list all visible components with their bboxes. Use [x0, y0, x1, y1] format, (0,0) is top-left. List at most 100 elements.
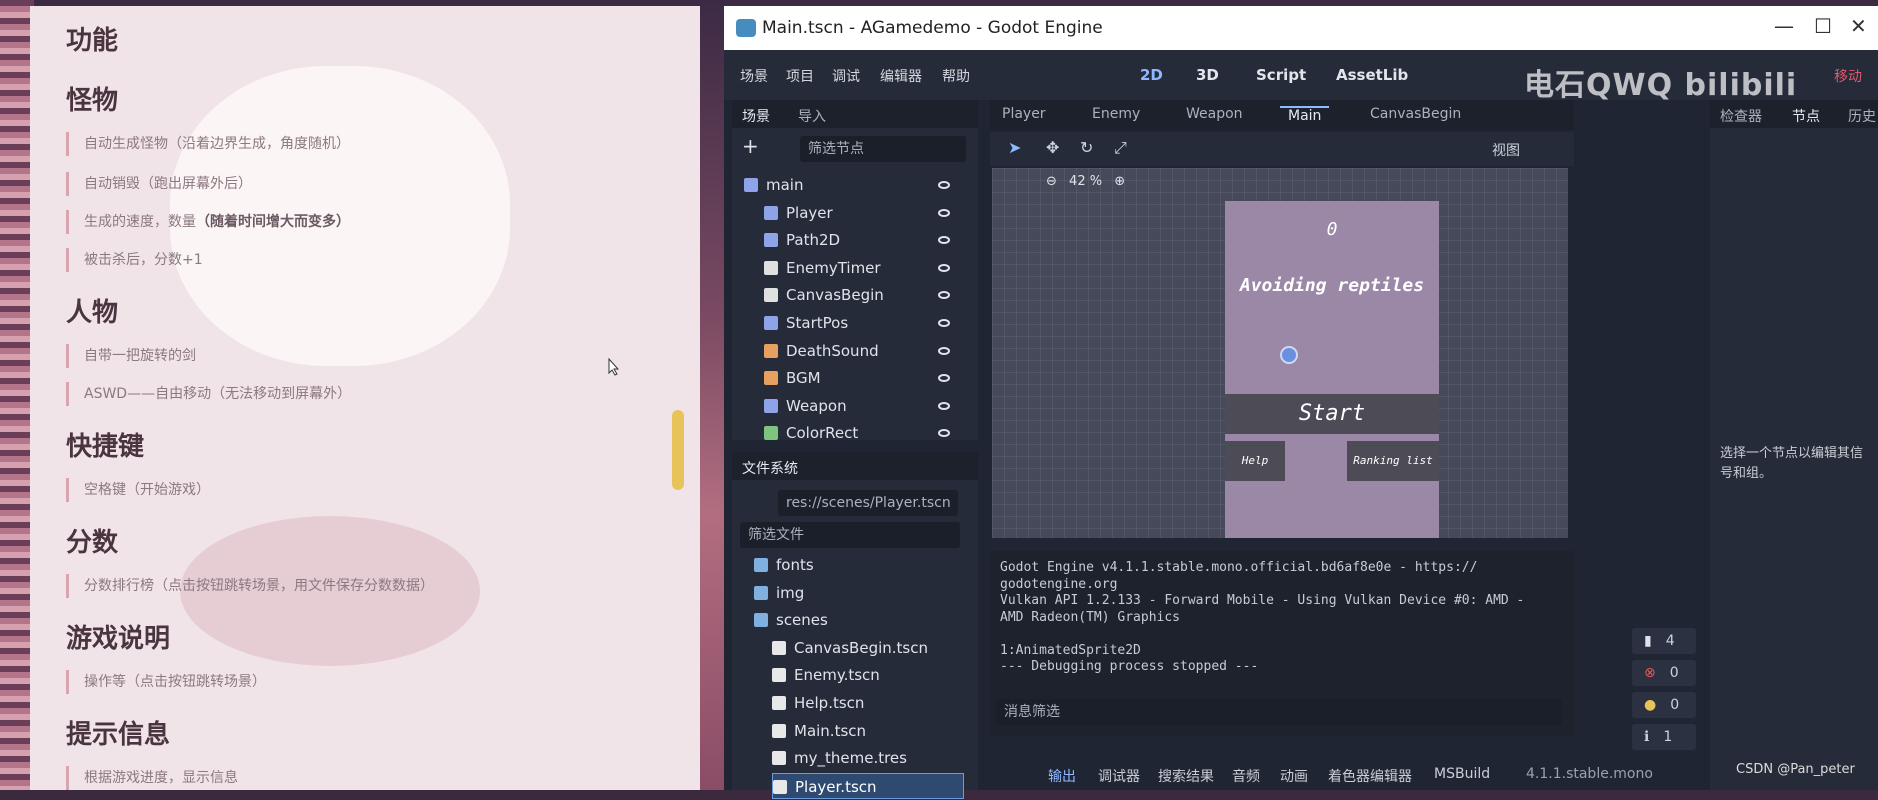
- workspace-script[interactable]: Script: [1256, 66, 1306, 84]
- visibility-eye-icon[interactable]: [938, 374, 950, 383]
- tab-node[interactable]: 节点: [1792, 106, 1820, 126]
- canvas-viewport[interactable]: ⊖ 42 % ⊕ 0 Avoiding reptiles Start Help …: [992, 168, 1568, 538]
- visibility-eye-icon[interactable]: [938, 346, 950, 355]
- player-sprite-icon[interactable]: [1280, 346, 1298, 364]
- scene-node-row[interactable]: ColorRect: [764, 420, 970, 446]
- message-filter-input[interactable]: 消息筛选: [996, 699, 1562, 725]
- tab-main[interactable]: Main: [1280, 106, 1330, 124]
- warning-count-badge[interactable]: ● 0: [1632, 692, 1696, 718]
- menu-scene[interactable]: 场景: [740, 66, 768, 86]
- filesystem-tabs: 文件系统: [732, 452, 978, 480]
- mouse-cursor-icon: [608, 358, 620, 376]
- scene-file-icon: [772, 640, 786, 655]
- section-title: 快捷键: [66, 432, 145, 462]
- help-button[interactable]: Help: [1225, 441, 1285, 481]
- inspector-dock: 检查器 节点 历史 选择一个节点以编辑其信号和组。: [1710, 100, 1878, 790]
- tab-import[interactable]: 导入: [798, 106, 826, 126]
- list-item: 空格键（开始游戏）: [66, 478, 210, 502]
- path-input[interactable]: res://scenes/Player.tscn: [778, 490, 958, 516]
- tab-filesystem[interactable]: 文件系统: [742, 458, 798, 478]
- start-button[interactable]: Start: [1225, 394, 1439, 434]
- tab-enemy[interactable]: Enemy: [1092, 106, 1140, 122]
- footer-credit: CSDN @Pan_peter: [1736, 762, 1855, 777]
- scene-node-row[interactable]: EnemyTimer: [764, 255, 970, 281]
- workspace-2d[interactable]: 2D: [1140, 66, 1163, 84]
- scene-node-row[interactable]: StartPos: [764, 310, 970, 336]
- file-item[interactable]: Enemy.tscn: [772, 662, 964, 688]
- menu-editor[interactable]: 编辑器: [880, 66, 922, 86]
- zoom-level[interactable]: 42 %: [1069, 174, 1102, 189]
- log-count-badge[interactable]: ▮ 4: [1632, 628, 1696, 654]
- tab-scene[interactable]: 场景: [742, 106, 770, 126]
- bottom-tab[interactable]: MSBuild: [1434, 766, 1490, 782]
- scene-node-row[interactable]: BGM: [764, 365, 970, 391]
- file-item[interactable]: scenes: [754, 607, 964, 633]
- file-item[interactable]: Help.tscn: [772, 690, 964, 716]
- bottom-tab[interactable]: 搜索结果: [1158, 766, 1214, 786]
- scene-file-icon: [772, 751, 786, 766]
- maximize-button[interactable]: ☐: [1814, 14, 1832, 38]
- workspace-3d[interactable]: 3D: [1196, 66, 1219, 84]
- rotate-tool-icon[interactable]: ↻: [1080, 138, 1093, 157]
- bottom-tab[interactable]: 动画: [1280, 766, 1308, 786]
- menu-help[interactable]: 帮助: [942, 66, 970, 86]
- file-item[interactable]: Main.tscn: [772, 718, 964, 744]
- menu-project[interactable]: 项目: [786, 66, 814, 86]
- scene-file-icon: [773, 779, 787, 794]
- run-label[interactable]: 移动: [1834, 66, 1862, 86]
- list-item: 自带一把旋转的剑: [66, 344, 196, 368]
- tab-player[interactable]: Player: [1002, 106, 1046, 122]
- visibility-eye-icon[interactable]: [938, 208, 950, 217]
- file-item[interactable]: my_theme.tres: [772, 745, 964, 771]
- visibility-eye-icon[interactable]: [938, 401, 950, 410]
- close-button[interactable]: ✕: [1850, 14, 1867, 38]
- list-item: 分数排行榜（点击按钮跳转场景，用文件保存分数数据）: [66, 574, 434, 598]
- scale-tool-icon[interactable]: ⤢: [1114, 138, 1127, 158]
- node-type-icon: [764, 398, 778, 413]
- tab-history[interactable]: 历史: [1848, 106, 1876, 126]
- zoom-in-icon[interactable]: ⊕: [1114, 174, 1125, 189]
- tab-weapon[interactable]: Weapon: [1186, 106, 1243, 122]
- visibility-eye-icon[interactable]: [938, 429, 950, 438]
- node-filter-input[interactable]: 筛选节点: [800, 136, 966, 162]
- bottom-tab[interactable]: 输出: [1048, 766, 1076, 786]
- visibility-eye-icon[interactable]: [938, 291, 950, 300]
- bottom-tab[interactable]: 音频: [1232, 766, 1260, 786]
- file-item[interactable]: CanvasBegin.tscn: [772, 635, 964, 661]
- scene-node-row[interactable]: DeathSound: [764, 338, 970, 364]
- visibility-eye-icon[interactable]: [938, 181, 950, 189]
- tab-canvasbegin[interactable]: CanvasBegin: [1370, 106, 1461, 122]
- move-tool-icon[interactable]: ✥: [1046, 138, 1059, 157]
- file-item[interactable]: fonts: [754, 552, 964, 578]
- node-name: ColorRect: [786, 424, 859, 443]
- tab-inspector[interactable]: 检查器: [1720, 106, 1762, 126]
- scene-dock-tabs: 场景 导入: [732, 100, 978, 128]
- menu-debug[interactable]: 调试: [832, 66, 860, 86]
- file-item[interactable]: img: [754, 580, 964, 606]
- visibility-eye-icon[interactable]: [938, 236, 950, 245]
- add-node-icon[interactable]: +: [742, 134, 759, 158]
- file-filter-input[interactable]: 筛选文件: [740, 522, 960, 548]
- minimize-button[interactable]: —: [1774, 14, 1794, 38]
- node-type-icon: [764, 343, 778, 358]
- editor-tabs: Player Enemy Weapon Main CanvasBegin: [990, 100, 1574, 130]
- visibility-eye-icon[interactable]: [938, 319, 950, 327]
- visibility-eye-icon[interactable]: [938, 263, 950, 272]
- folder-icon: [754, 585, 768, 600]
- ranking-button[interactable]: Ranking list: [1347, 441, 1439, 481]
- file-item[interactable]: Player.tscn: [772, 772, 964, 799]
- zoom-out-icon[interactable]: ⊖: [1046, 174, 1057, 189]
- scene-node-row[interactable]: Weapon: [764, 393, 970, 419]
- workspace-assetlib[interactable]: AssetLib: [1336, 66, 1408, 84]
- scene-node-row[interactable]: main: [744, 172, 970, 198]
- bottom-tab[interactable]: 调试器: [1098, 766, 1140, 786]
- scene-node-row[interactable]: Player: [764, 200, 970, 226]
- scene-node-row[interactable]: Path2D: [764, 227, 970, 253]
- scene-node-row[interactable]: CanvasBegin: [764, 282, 970, 308]
- bottom-tab[interactable]: 着色器编辑器: [1328, 766, 1412, 786]
- error-count-badge[interactable]: ⊗ 0: [1632, 660, 1696, 686]
- message-count: 1: [1663, 729, 1673, 745]
- view-menu[interactable]: 视图: [1492, 140, 1520, 160]
- select-tool-icon[interactable]: ➤: [1008, 138, 1021, 157]
- message-count-badge[interactable]: ℹ1: [1632, 724, 1696, 750]
